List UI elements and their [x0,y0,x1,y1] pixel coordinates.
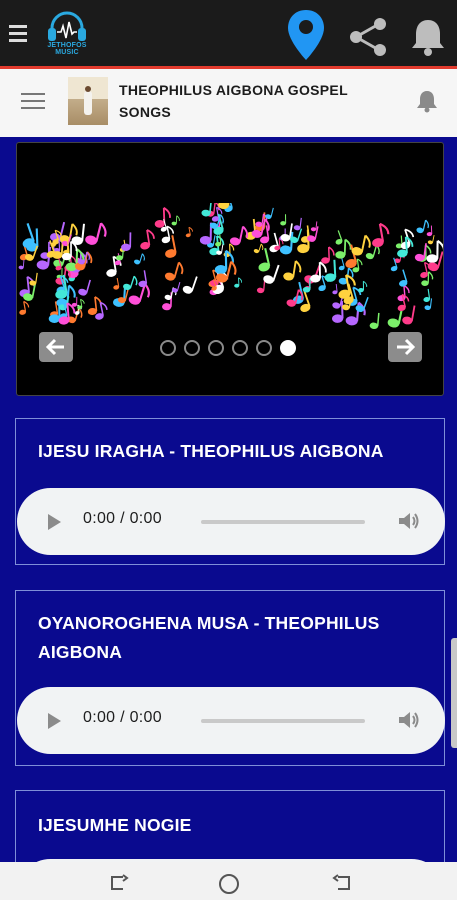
song-title: IJESU IRAGHA - THEOPHILUS AIGBONA [38,441,384,461]
recent-apps-icon[interactable] [108,874,130,892]
music-note [265,207,274,219]
audio-progress-slider[interactable] [201,719,365,723]
app-logo[interactable]: JETHOFOS MUSIC [42,10,92,56]
music-note [113,277,120,290]
image-carousel[interactable] [16,142,444,396]
music-notes-image [18,203,443,330]
music-note [256,279,266,294]
music-note [338,274,356,299]
music-note [19,300,30,315]
system-nav-bar [0,862,457,900]
carousel-dot[interactable] [232,340,248,356]
music-note [162,292,173,311]
music-note [283,260,302,281]
audio-time: 0:00 / 0:00 [83,709,162,726]
music-note [321,246,335,264]
music-note [335,230,343,245]
music-note [199,222,213,245]
page-header: THEOPHILUS AIGBONA GOSPEL SONGS [0,69,457,137]
page-title: THEOPHILUS AIGBONA GOSPEL SONGS [119,82,348,120]
carousel-dot[interactable] [280,340,296,356]
play-icon[interactable] [48,514,61,530]
arrow-right-icon [397,338,416,356]
audio-time: 0:00 / 0:00 [83,510,162,527]
music-note [332,284,338,295]
song-card: OYANOROGHENA MUSA - THEOPHILUS AIGBONA 0… [15,590,445,766]
carousel-dot[interactable] [208,340,224,356]
song-title: OYANOROGHENA MUSA - THEOPHILUS AIGBONA [38,613,380,662]
music-note [171,215,180,226]
carousel-dot[interactable] [184,340,200,356]
volume-icon[interactable] [397,510,421,532]
music-note [310,221,318,232]
scroll-indicator[interactable] [451,638,457,748]
audio-player: 0:00 / 0:00 [17,488,445,555]
music-note [77,298,85,310]
bell-icon[interactable] [416,89,438,113]
music-note [399,269,408,287]
carousel-next-button[interactable] [388,332,422,362]
music-note [280,214,287,226]
share-icon[interactable] [346,15,390,59]
back-icon[interactable] [331,874,353,892]
music-note [369,312,380,330]
music-note [397,293,410,312]
music-note [133,253,145,265]
music-note [71,296,78,307]
menu-icon[interactable] [21,93,45,111]
music-note [416,219,430,234]
music-note [293,217,302,231]
top-app-bar: JETHOFOS MUSIC [0,0,457,66]
music-note [185,226,193,238]
music-note [121,232,132,251]
arrow-left-icon [45,338,64,356]
carousel-prev-button[interactable] [39,332,73,362]
audio-player: 0:00 / 0:00 [17,687,445,754]
carousel-dot[interactable] [160,340,176,356]
music-note [138,270,148,288]
home-button[interactable] [219,874,239,894]
music-note [87,296,102,315]
bell-icon[interactable] [409,16,447,56]
music-note [426,225,433,237]
music-note [426,239,443,263]
song-card: IJESU IRAGHA - THEOPHILUS AIGBONA 0:00 /… [15,418,445,565]
music-note [85,222,107,245]
music-note [234,277,243,288]
play-icon[interactable] [48,713,61,729]
volume-icon[interactable] [397,709,421,731]
music-note [18,259,25,270]
music-note [182,276,198,294]
audio-progress-slider[interactable] [201,520,365,524]
music-note [358,280,368,293]
hamburger-icon[interactable] [9,25,27,45]
music-note [171,282,181,293]
music-note [423,288,431,303]
carousel-dot[interactable] [256,340,272,356]
map-pin-icon[interactable] [286,8,326,62]
artist-thumbnail [68,77,108,125]
music-note [164,261,184,281]
music-note [338,258,345,271]
logo-text: JETHOFOS MUSIC [47,42,87,56]
music-note [372,222,390,248]
music-note [154,207,171,228]
music-note [345,301,366,326]
music-note [253,243,264,254]
music-note [78,279,91,296]
song-title: IJESUMHE NOGIE [38,815,192,835]
headphones-icon [48,11,86,41]
music-note [140,229,155,250]
